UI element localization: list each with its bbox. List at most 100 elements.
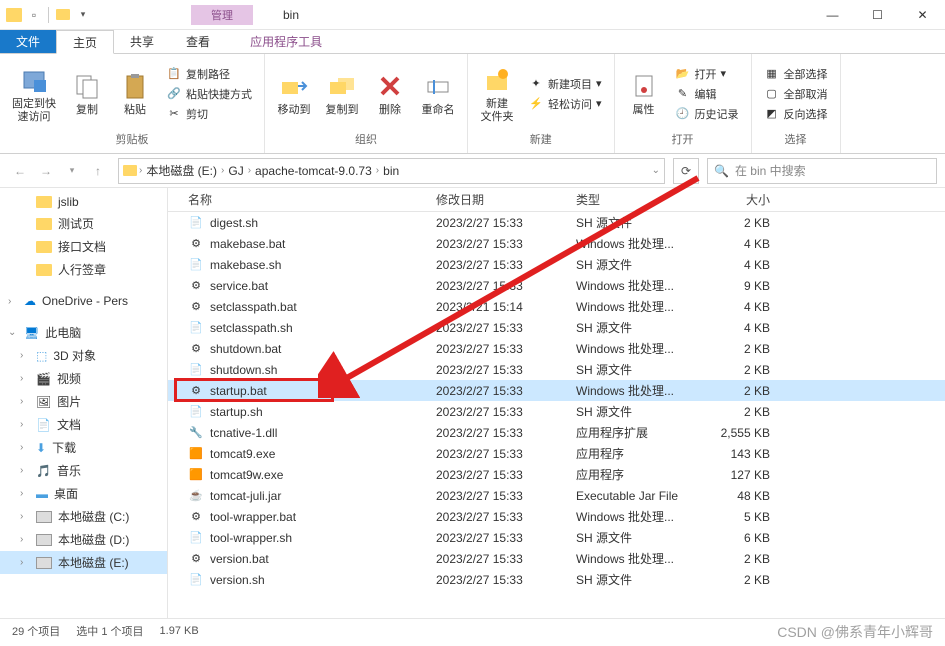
open-button[interactable]: 📂打开 ▾	[671, 65, 743, 83]
file-date: 2023/2/27 15:33	[428, 342, 568, 356]
tab-share[interactable]: 共享	[114, 30, 170, 53]
paste-shortcut-button[interactable]: 🔗粘贴快捷方式	[162, 85, 256, 103]
file-row[interactable]: 📄setclasspath.sh2023/2/27 15:33SH 源文件4 K…	[168, 317, 945, 338]
nav-pictures[interactable]: ›🖼图片	[0, 390, 167, 413]
file-row[interactable]: ⚙service.bat2023/2/27 15:33Windows 批处理..…	[168, 275, 945, 296]
crumb-drive[interactable]: 本地磁盘 (E:)	[144, 162, 219, 179]
nav-documents[interactable]: ›📄文档	[0, 413, 167, 436]
new-folder-button[interactable]: 新建 文件夹	[476, 62, 518, 126]
move-to-button[interactable]: 移动到	[273, 68, 315, 119]
delete-button[interactable]: 删除	[369, 68, 411, 119]
nav-jslib[interactable]: jslib	[0, 192, 167, 212]
back-button[interactable]: ←	[8, 159, 32, 183]
file-row[interactable]: 📄makebase.sh2023/2/27 15:33SH 源文件4 KB	[168, 254, 945, 275]
recent-dropdown[interactable]: ▾	[60, 159, 84, 183]
file-row[interactable]: ⚙setclasspath.bat2023/3/21 15:14Windows …	[168, 296, 945, 317]
nav-drive-c[interactable]: ›本地磁盘 (C:)	[0, 505, 167, 528]
nav-renxing[interactable]: 人行签章	[0, 258, 167, 281]
file-row[interactable]: ⚙makebase.bat2023/2/27 15:33Windows 批处理.…	[168, 233, 945, 254]
file-type: 应用程序扩展	[568, 424, 698, 441]
col-size[interactable]: 大小	[698, 191, 778, 208]
qat-properties-icon[interactable]: ▫	[26, 7, 42, 23]
maximize-button[interactable]: ☐	[855, 0, 900, 30]
file-row[interactable]: 🔧tcnative-1.dll2023/2/27 15:33应用程序扩展2,55…	[168, 422, 945, 443]
nav-api-doc[interactable]: 接口文档	[0, 235, 167, 258]
nav-videos[interactable]: ›🎬视频	[0, 367, 167, 390]
pin-to-quick-access-button[interactable]: 固定到快 速访问	[8, 62, 60, 126]
file-row[interactable]: 🟧tomcat9w.exe2023/2/27 15:33应用程序127 KB	[168, 464, 945, 485]
tab-app-tools[interactable]: 应用程序工具	[234, 30, 338, 53]
file-list[interactable]: 名称 修改日期 类型 大小 📄digest.sh2023/2/27 15:33S…	[168, 188, 945, 618]
file-row[interactable]: ⚙shutdown.bat2023/2/27 15:33Windows 批处理.…	[168, 338, 945, 359]
navigation-pane[interactable]: jslib 测试页 接口文档 人行签章 ›☁OneDrive - Pers ⌄🖥…	[0, 188, 168, 618]
file-row[interactable]: ☕tomcat-juli.jar2023/2/27 15:33Executabl…	[168, 485, 945, 506]
file-icon: 📄	[188, 320, 204, 336]
new-folder-icon	[481, 64, 513, 96]
copy-button[interactable]: 复制	[66, 68, 108, 119]
copy-icon	[71, 70, 103, 102]
copy-path-button[interactable]: 📋复制路径	[162, 65, 256, 83]
properties-button[interactable]: 属性	[623, 68, 665, 119]
file-size: 48 KB	[698, 489, 778, 503]
select-all-button[interactable]: ▦全部选择	[760, 65, 832, 83]
file-row[interactable]: 🟧tomcat9.exe2023/2/27 15:33应用程序143 KB	[168, 443, 945, 464]
status-selected-count: 选中 1 个项目	[76, 623, 143, 639]
cut-button[interactable]: ✂剪切	[162, 105, 256, 123]
nav-test-page[interactable]: 测试页	[0, 212, 167, 235]
col-name[interactable]: 名称	[168, 191, 428, 208]
file-row[interactable]: 📄startup.sh2023/2/27 15:33SH 源文件2 KB	[168, 401, 945, 422]
file-row[interactable]: 📄version.sh2023/2/27 15:33SH 源文件2 KB	[168, 569, 945, 590]
easy-access-icon: ⚡	[528, 96, 544, 112]
col-type[interactable]: 类型	[568, 191, 698, 208]
file-row[interactable]: 📄digest.sh2023/2/27 15:33SH 源文件2 KB	[168, 212, 945, 233]
file-row[interactable]: 📄tool-wrapper.sh2023/2/27 15:33SH 源文件6 K…	[168, 527, 945, 548]
file-row[interactable]: ⚙startup.bat2023/2/27 15:33Windows 批处理..…	[168, 380, 945, 401]
file-date: 2023/2/27 15:33	[428, 237, 568, 251]
qat-customize-dropdown[interactable]: ▾	[75, 7, 91, 23]
edit-button[interactable]: ✎编辑	[671, 85, 743, 103]
tab-view[interactable]: 查看	[170, 30, 226, 53]
invert-selection-button[interactable]: ◩反向选择	[760, 105, 832, 123]
new-item-button[interactable]: ✦新建项目 ▾	[524, 75, 606, 93]
up-button[interactable]: ↑	[86, 159, 110, 183]
file-row[interactable]: 📄shutdown.sh2023/2/27 15:33SH 源文件2 KB	[168, 359, 945, 380]
copy-to-button[interactable]: 复制到	[321, 68, 363, 119]
file-type: Windows 批处理...	[568, 508, 698, 525]
qat-new-folder-icon[interactable]	[55, 7, 71, 23]
nav-onedrive[interactable]: ›☁OneDrive - Pers	[0, 291, 167, 311]
file-icon: ⚙	[188, 236, 204, 252]
crumb-3[interactable]: bin	[381, 164, 401, 178]
close-button[interactable]: ✕	[900, 0, 945, 30]
file-name: shutdown.bat	[210, 342, 281, 356]
delete-icon	[374, 70, 406, 102]
search-input[interactable]: 🔍 在 bin 中搜索	[707, 158, 937, 184]
history-button[interactable]: 🕘历史记录	[671, 105, 743, 123]
move-to-icon	[278, 70, 310, 102]
nav-this-pc[interactable]: ⌄🖥此电脑	[0, 321, 167, 344]
file-row[interactable]: ⚙tool-wrapper.bat2023/2/27 15:33Windows …	[168, 506, 945, 527]
nav-drive-d[interactable]: ›本地磁盘 (D:)	[0, 528, 167, 551]
easy-access-button[interactable]: ⚡轻松访问 ▾	[524, 95, 606, 113]
crumb-2[interactable]: apache-tomcat-9.0.73	[253, 164, 374, 178]
file-row[interactable]: ⚙version.bat2023/2/27 15:33Windows 批处理..…	[168, 548, 945, 569]
rename-button[interactable]: 重命名	[417, 68, 459, 119]
nav-music[interactable]: ›🎵音乐	[0, 459, 167, 482]
minimize-button[interactable]: —	[810, 0, 855, 30]
refresh-button[interactable]: ⟳	[673, 158, 699, 184]
nav-drive-e[interactable]: ›本地磁盘 (E:)	[0, 551, 167, 574]
tab-home[interactable]: 主页	[56, 30, 114, 54]
paste-button[interactable]: 粘贴	[114, 68, 156, 119]
breadcrumb[interactable]: › 本地磁盘 (E:)› GJ› apache-tomcat-9.0.73› b…	[118, 158, 665, 184]
forward-button[interactable]: →	[34, 159, 58, 183]
column-headers[interactable]: 名称 修改日期 类型 大小	[168, 188, 945, 212]
col-date[interactable]: 修改日期	[428, 191, 568, 208]
nav-3d-objects[interactable]: ›⬚3D 对象	[0, 344, 167, 367]
nav-desktop[interactable]: ›▬桌面	[0, 482, 167, 505]
paste-icon	[119, 70, 151, 102]
breadcrumb-dropdown[interactable]: ⌄	[652, 165, 660, 176]
select-none-button[interactable]: ▢全部取消	[760, 85, 832, 103]
file-type: SH 源文件	[568, 256, 698, 273]
nav-downloads[interactable]: ›⬇下载	[0, 436, 167, 459]
tab-file[interactable]: 文件	[0, 30, 56, 53]
crumb-1[interactable]: GJ	[226, 164, 245, 178]
